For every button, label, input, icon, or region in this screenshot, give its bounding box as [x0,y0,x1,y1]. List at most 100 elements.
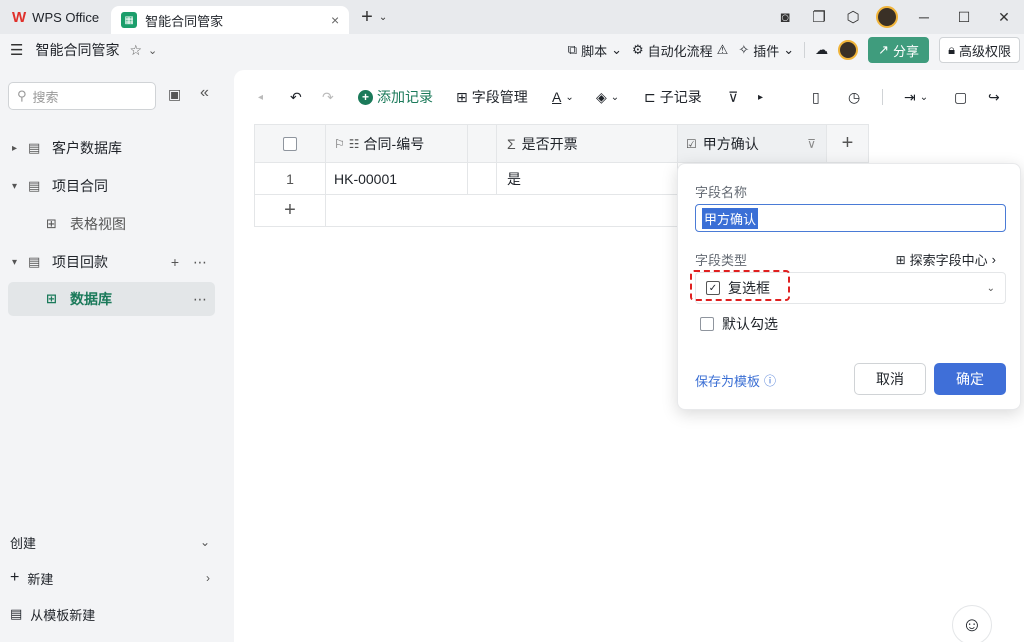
new-button[interactable]: + 新建 › [0,560,220,596]
caret-down-icon[interactable]: ▾ [12,257,26,268]
tab-wps-office[interactable]: W WPS Office [0,0,111,34]
default-check-option[interactable]: 默认勾选 [700,314,778,334]
sidebar-item-table-view[interactable]: ⊞ 表格视图 [8,207,215,241]
maximize-icon[interactable]: ☐ [944,0,984,34]
row-index[interactable]: 1 [254,163,326,195]
avatar[interactable] [838,40,859,60]
panel-icon[interactable]: ▣ [168,86,181,103]
sidebar-item-project-contract[interactable]: ▾ ▤ 项目合同 [8,169,215,203]
sub-record-label: 子记录 [659,89,702,105]
layout-icon[interactable]: ▯ [812,89,820,106]
minimize-icon[interactable]: ─ [904,0,944,34]
sidebar-item-label: 表格视图 [70,216,126,232]
star-icon[interactable]: ☆ [129,42,142,59]
table-cell[interactable]: 是 [497,163,678,195]
template-new-button[interactable]: ▤ 从模板新建 [0,596,220,632]
confirm-button[interactable]: 确定 [934,363,1006,395]
add-column-button[interactable]: + [827,124,869,163]
font-color-button[interactable]: A ⌄ [552,89,574,105]
assistant-avatar-icon[interactable]: ☺ [952,605,992,642]
tab-close-icon[interactable]: × [331,12,339,28]
fill-color-button[interactable]: ◈ ⌄ [596,89,619,106]
bot-icon[interactable]: ◙ [768,0,802,34]
chevron-down-icon: ⌄ [611,42,622,57]
clipboard-icon[interactable]: ▢ [954,89,967,106]
plugin-button[interactable]: ✧ 插件 ⌄ [738,41,794,60]
sub-record-button[interactable]: ⊏ 子记录 [644,87,702,107]
search-placeholder: 搜索 [32,89,59,105]
app-bar: ☰ 智能合同管家 ☆ ⌄ ⧉ 脚本 ⌄ ⚙ 自动化流程 ⚠ ✧ 插件 ⌄ ☁ ↗ 分享 🔒︎ 高… [0,34,1024,66]
create-section[interactable]: 创建 ⌄ [0,524,220,560]
sidebar-item-customer-db[interactable]: ▸ ▤ 客户数据库 [8,131,215,165]
tab-document[interactable]: ▦ 智能合同管家 × [111,6,350,34]
checkbox[interactable] [283,136,297,151]
table-cell[interactable]: HK-00001 [326,163,468,195]
field-type-select[interactable]: ✓ 复选框 ⌄ [695,272,1006,304]
share-button[interactable]: ↗ 分享 [868,37,930,63]
add-row-button[interactable]: + [254,195,326,227]
select-all-checkbox[interactable] [254,124,326,163]
chevron-down-icon: ⌄ [919,91,929,103]
script-button[interactable]: ⧉ 脚本 ⌄ [568,41,622,60]
undo-icon[interactable]: ↶ [290,89,302,106]
field-name-value: 甲方确认 [702,207,759,229]
menu-icon[interactable]: ☰ [10,41,23,59]
export-button[interactable]: ⇥ ⌄ [904,89,928,106]
grid-icon: ⊞ [456,88,468,105]
automation-button[interactable]: ⚙ 自动化流程 ⚠ [632,41,728,60]
cube-icon[interactable]: ⬡ [836,0,870,34]
save-as-template-link[interactable]: 保存为模板 ⓘ [695,371,776,390]
plus-icon: + [10,569,20,586]
history-icon[interactable]: ◷ [848,89,860,106]
share-arrow-icon[interactable]: ↪ [988,89,1000,106]
chevron-down-icon[interactable]: ⌄ [379,12,387,23]
scroll-left-icon[interactable]: ◂ [258,92,263,103]
add-icon[interactable]: + [171,254,179,271]
column-header-contract-no[interactable]: ⚐ ☷ 合同-编号 [326,124,468,163]
document-title[interactable]: 智能合同管家 [35,40,119,60]
column-header-hidden[interactable] [468,124,497,163]
chevron-down-icon[interactable]: ⌄ [200,535,210,549]
form-icon: ▤ [28,178,41,193]
column-header-invoiced[interactable]: Σ 是否开票 [497,124,678,163]
cancel-button[interactable]: 取消 [854,363,926,395]
close-window-icon[interactable]: ✕ [984,0,1024,34]
collapse-icon[interactable]: « [200,84,209,102]
filter-icon[interactable]: ⊽ [807,137,816,151]
new-tab-icon[interactable]: + [361,6,373,29]
wps-logo-icon: W [12,8,27,26]
default-checkbox[interactable] [700,317,714,331]
search-input[interactable]: ⚲ 搜索 [8,82,156,110]
plugin-label: 插件 [753,43,780,59]
table-cell[interactable] [468,163,497,195]
field-name-input[interactable]: 甲方确认 [695,204,1006,232]
more-right-icon[interactable]: ▸ [758,92,763,103]
more-icon[interactable]: ⋯ [193,291,207,308]
redo-icon[interactable]: ↷ [322,89,334,106]
add-row-area[interactable] [326,195,678,227]
template-icon: ▤ [10,606,23,621]
field-manage-button[interactable]: ⊞ 字段管理 [456,87,528,107]
sidebar-item-label: 项目合同 [52,178,108,194]
column-header-party-a-confirm[interactable]: ☑ 甲方确认 ⊽ [678,124,827,163]
chevron-down-icon[interactable]: ⌄ [148,44,157,57]
field-edit-popup: 字段名称 甲方确认 字段类型 ⊞ 探索字段中心 › ✓ 复选框 ⌄ 默认勾选 保… [677,163,1021,410]
permission-button[interactable]: 🔒︎ 高级权限 [939,37,1020,63]
sidebar-item-database[interactable]: ⊞ 数据库 ⋯ [8,282,215,316]
caret-down-icon[interactable]: ▾ [12,181,26,192]
explore-label: 探索字段中心 [909,253,988,268]
paint-bucket-icon: ◈ [596,88,607,105]
cloud-icon[interactable]: ☁ [815,42,828,58]
plus-icon: + [841,132,854,154]
column-label: 甲方确认 [702,135,759,152]
filter-icon[interactable]: ⊽ [728,89,738,106]
caret-right-icon[interactable]: ▸ [12,143,26,154]
window-copy-icon[interactable]: ❐ [802,0,836,34]
sidebar-item-project-payment[interactable]: ▾ ▤ 项目回款 + ⋯ [8,245,215,279]
more-icon[interactable]: ⋯ [193,254,207,271]
avatar[interactable] [876,6,898,28]
title-bar: W WPS Office ▦ 智能合同管家 × + ⌄ ◙ ❐ ⬡ ─ ☐ ✕ [0,0,1024,34]
add-record-button[interactable]: + 添加记录 [358,87,433,107]
explore-field-center-link[interactable]: ⊞ 探索字段中心 › [896,250,996,269]
chevron-down-icon: ⌄ [783,42,795,57]
